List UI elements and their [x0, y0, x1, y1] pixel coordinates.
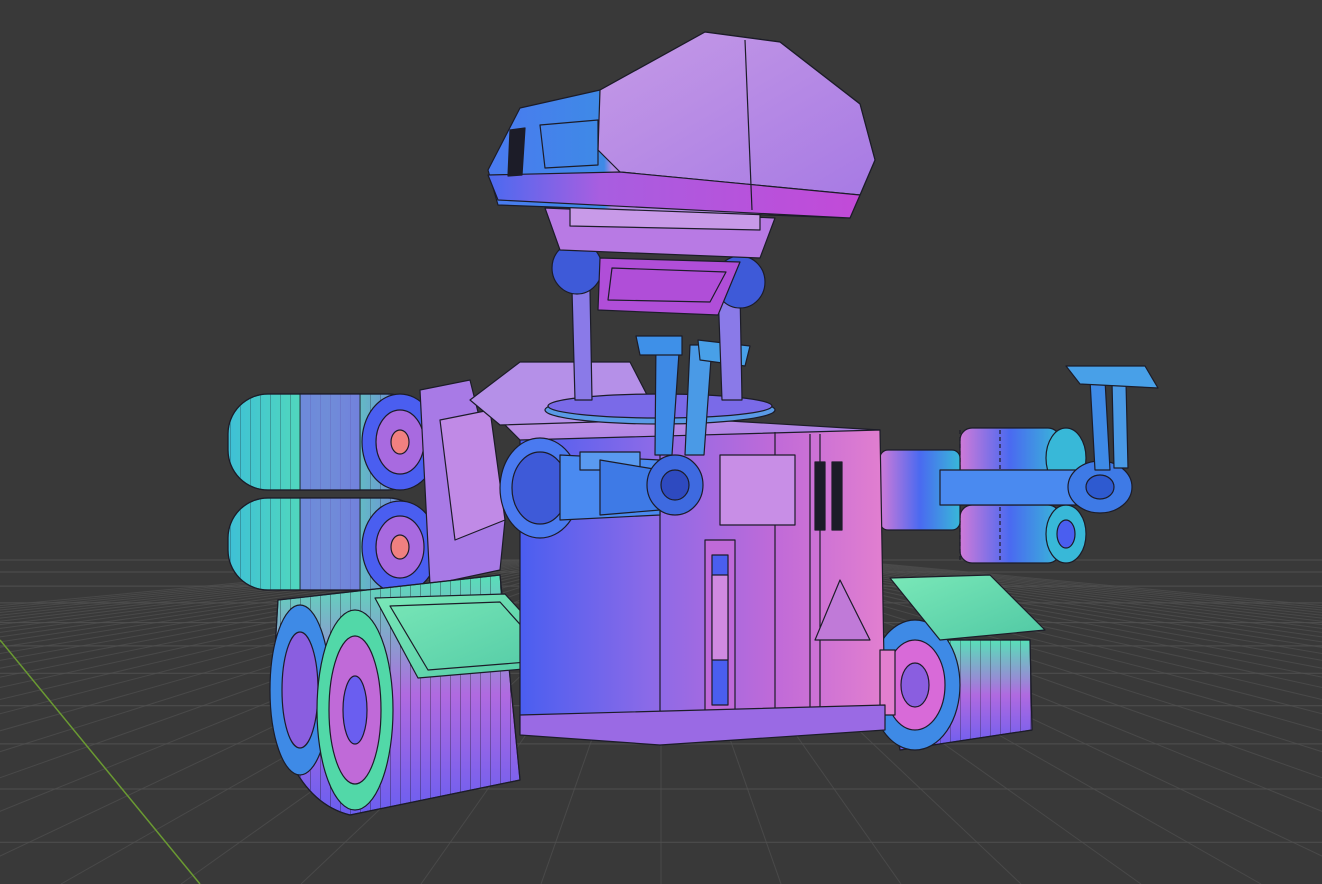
sensor-head[interactable]: [487, 31, 876, 219]
y-axis-line: [0, 639, 201, 884]
left-cylinder-pack[interactable]: [227, 393, 439, 594]
viewport-scene[interactable]: [0, 0, 1322, 884]
vehicle-mesh[interactable]: [227, 31, 1159, 816]
3d-viewport[interactable]: [0, 0, 1322, 884]
